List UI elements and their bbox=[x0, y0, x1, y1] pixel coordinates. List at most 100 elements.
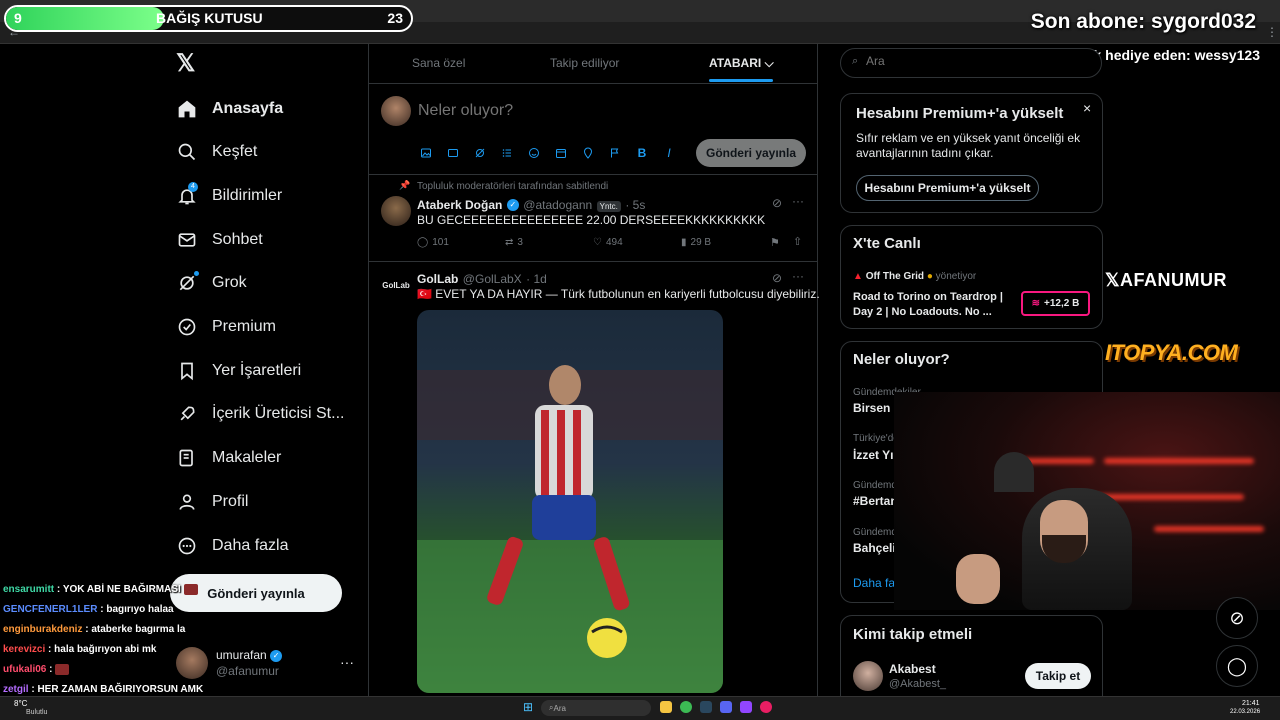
weather-temp[interactable]: 8°C bbox=[14, 699, 27, 708]
close-icon[interactable]: × bbox=[1083, 100, 1091, 116]
tweet-image[interactable] bbox=[417, 310, 723, 693]
poll-icon[interactable] bbox=[500, 146, 514, 160]
chat-user: GENCFENERL1LER bbox=[3, 604, 98, 615]
location-icon[interactable] bbox=[581, 146, 595, 160]
verified-icon: ✓ bbox=[270, 649, 283, 662]
italic-icon[interactable]: I bbox=[662, 146, 676, 160]
live-stream-title[interactable]: Road to Torino on Teardrop | Day 2 | No … bbox=[853, 290, 1011, 320]
tweet-author-handle[interactable]: @GolLabX bbox=[463, 272, 522, 286]
trend-name[interactable]: #Bertan bbox=[853, 494, 898, 508]
live-role: yönetiyor bbox=[935, 271, 977, 282]
trends-show-more[interactable]: Daha fa bbox=[853, 576, 895, 590]
steam-icon[interactable] bbox=[700, 701, 712, 713]
grok-float-button[interactable]: ⊘ bbox=[1216, 597, 1258, 639]
suggested-avatar[interactable] bbox=[853, 661, 883, 691]
chat-user: zetgil bbox=[3, 684, 29, 695]
share-icon[interactable]: ⇧ bbox=[793, 235, 802, 248]
nav-chat[interactable]: Sohbet bbox=[176, 220, 263, 260]
search-input[interactable] bbox=[866, 54, 1066, 68]
windows-start-icon[interactable]: ⊞ bbox=[523, 700, 533, 714]
trend-name[interactable]: İzzet Yıl bbox=[853, 448, 897, 462]
x-logo[interactable]: 𝕏 bbox=[176, 52, 200, 76]
chrome-icon[interactable] bbox=[680, 701, 692, 713]
grok-explain-icon[interactable]: ⊘ bbox=[772, 196, 782, 210]
schedule-icon[interactable] bbox=[554, 146, 568, 160]
tweet-avatar[interactable] bbox=[381, 196, 411, 226]
compose-input[interactable] bbox=[418, 102, 678, 120]
trend-name[interactable]: Bahçeli bbox=[853, 541, 896, 555]
obs-icon[interactable] bbox=[760, 701, 772, 713]
nav-bookmarks-label: Yer İşaretleri bbox=[212, 362, 302, 379]
search-icon: ⌕ bbox=[852, 55, 859, 67]
tweet-more-icon[interactable]: ··· bbox=[792, 269, 804, 283]
premium-upgrade-button[interactable]: Hesabını Premium+'a yükselt bbox=[856, 175, 1039, 201]
tweet-time[interactable]: · 1d bbox=[526, 272, 547, 286]
messages-float-button[interactable]: ◯ bbox=[1216, 645, 1258, 687]
file-explorer-icon[interactable] bbox=[660, 701, 672, 713]
clock-time[interactable]: 21:41 bbox=[1242, 700, 1260, 707]
tab-for-you[interactable]: Sana özel bbox=[412, 56, 465, 70]
account-handle: @afanumur bbox=[216, 664, 279, 678]
nav-articles[interactable]: Makaleler bbox=[176, 438, 281, 478]
reply-button[interactable]: ◯ 101 bbox=[417, 237, 449, 248]
trend-name[interactable]: Birsen bbox=[853, 401, 890, 415]
tweet-author-name[interactable]: Ataberk Doğan bbox=[417, 198, 502, 212]
premium-title: Hesabını Premium+'a yükselt bbox=[856, 105, 1064, 122]
mail-icon bbox=[176, 229, 198, 251]
pin-icon: 📌 bbox=[399, 180, 411, 190]
suggested-handle: @Akabest_ bbox=[889, 678, 947, 690]
trend-context: Türkiye'de bbox=[853, 433, 899, 444]
tab-following[interactable]: Takip ediliyor bbox=[550, 56, 619, 70]
follow-button[interactable]: Takip et bbox=[1025, 663, 1091, 689]
nav-premium[interactable]: Premium bbox=[176, 307, 276, 347]
bookmark-icon[interactable]: ⚑ bbox=[770, 236, 780, 249]
tweet-avatar[interactable]: GolLab bbox=[381, 270, 411, 300]
chat-user: ufukali06 bbox=[3, 664, 47, 676]
suggested-name[interactable]: Akabest bbox=[889, 662, 936, 676]
bookmark-icon bbox=[176, 360, 198, 382]
views-button[interactable]: ▮ 29 B bbox=[681, 237, 711, 248]
grok-explain-icon[interactable]: ⊘ bbox=[772, 271, 782, 285]
grok-icon: ⊘ bbox=[1229, 607, 1245, 628]
gif-icon[interactable] bbox=[446, 146, 460, 160]
live-host[interactable]: Off The Grid bbox=[866, 271, 924, 282]
nav-creator-studio-label: İçerik Üreticisi St... bbox=[212, 405, 345, 422]
tweet-author-handle[interactable]: @atadogann bbox=[523, 198, 592, 212]
nav-explore[interactable]: Keşfet bbox=[176, 132, 257, 172]
flag-icon[interactable] bbox=[608, 146, 622, 160]
chat-user: enginburakdeniz bbox=[3, 624, 83, 635]
tweet-time[interactable]: · 5s bbox=[625, 198, 645, 212]
verified-icon: ✓ bbox=[506, 198, 519, 211]
discord-icon[interactable] bbox=[720, 701, 732, 713]
nav-bookmarks[interactable]: Yer İşaretleri bbox=[176, 351, 301, 391]
premium-body: Sıfır reklam ve en yüksek yanıt önceliği… bbox=[856, 131, 1081, 160]
like-button[interactable]: ♡ 494 bbox=[593, 237, 623, 248]
tweet-more-icon[interactable]: ··· bbox=[792, 194, 804, 208]
live-viewers-badge[interactable]: ≋ +12,2 B bbox=[1021, 291, 1090, 316]
retweet-button[interactable]: ⇄ 3 bbox=[505, 237, 523, 248]
taskbar-search[interactable]: ⌕ Ara bbox=[541, 700, 651, 716]
twitch-icon[interactable] bbox=[740, 701, 752, 713]
chat-text: : YOK ABİ NE BAĞIRMASI bbox=[56, 584, 181, 596]
nav-profile[interactable]: Profil bbox=[176, 482, 248, 522]
grok-compose-icon[interactable] bbox=[473, 146, 487, 160]
premium-icon bbox=[176, 316, 198, 338]
browser-menu-icon[interactable]: ⋮ bbox=[1266, 25, 1278, 39]
afanumur-logo: 𝕏AFANUMUR bbox=[1105, 270, 1228, 290]
bold-icon[interactable]: B bbox=[635, 146, 649, 160]
compose-post-button[interactable]: Gönderi yayınla bbox=[696, 139, 806, 167]
account-avatar bbox=[176, 647, 208, 679]
avatar-logo-text: GolLab bbox=[382, 280, 410, 290]
nav-grok[interactable]: Grok bbox=[176, 263, 247, 303]
tweet-text: 🇹🇷 EVET YA DA HAYIR — Türk futbolunun en… bbox=[417, 287, 820, 301]
nav-creator-studio[interactable]: İçerik Üreticisi St... bbox=[176, 394, 344, 434]
tab-atabari-label: ATABARI bbox=[709, 56, 762, 70]
nav-home[interactable]: Anasayfa bbox=[176, 89, 283, 129]
nav-more[interactable]: Daha fazla bbox=[176, 526, 289, 566]
tweet-author-name[interactable]: GolLab bbox=[417, 272, 458, 286]
account-more-icon[interactable]: ··· bbox=[340, 654, 354, 670]
emoji-icon[interactable] bbox=[527, 146, 541, 160]
tab-atabari[interactable]: ATABARI ⌵ bbox=[709, 56, 774, 71]
nav-grok-label: Grok bbox=[212, 274, 247, 291]
image-icon[interactable] bbox=[419, 146, 433, 160]
